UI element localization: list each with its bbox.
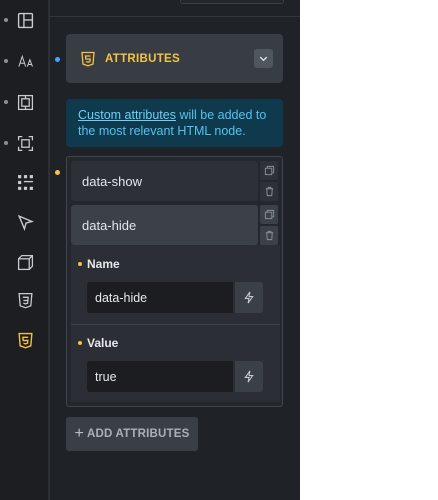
field-divider	[71, 324, 280, 325]
layout-icon[interactable]	[16, 11, 34, 29]
copy-icon	[264, 209, 274, 220]
rail-dot	[4, 59, 8, 63]
add-attributes-label: ADD ATTRIBUTES	[87, 428, 190, 440]
lightning-icon	[244, 291, 254, 304]
section-indicator-dot	[55, 57, 60, 62]
html5-icon[interactable]	[16, 331, 34, 349]
spacing-icon[interactable]	[16, 93, 34, 111]
name-label: Name	[87, 257, 120, 271]
delete-button[interactable]	[260, 182, 278, 201]
row-actions	[260, 205, 278, 245]
attribute-row-selected[interactable]: data-hide	[71, 205, 258, 245]
rail-dot	[4, 141, 8, 145]
icon-rail	[0, 0, 49, 500]
rail-dot	[4, 18, 8, 22]
custom-attributes-link[interactable]: Custom attributes	[78, 108, 176, 122]
copy-icon	[264, 165, 274, 176]
attributes-section-header[interactable]: ATTRIBUTES	[66, 34, 283, 83]
attributes-list: data-show data-hide Name data-hide Value…	[66, 156, 283, 407]
plus-icon: +	[74, 425, 85, 442]
name-input[interactable]: data-hide	[87, 282, 233, 313]
field-indicator-dot	[78, 262, 82, 266]
add-attributes-button[interactable]: + ADD ATTRIBUTES	[66, 417, 198, 451]
top-divider	[49, 16, 300, 17]
collapse-button[interactable]	[254, 49, 273, 68]
css3-icon[interactable]	[16, 291, 34, 309]
cursor-icon[interactable]	[16, 213, 34, 231]
top-tab-stub[interactable]	[180, 0, 284, 4]
field-indicator-dot	[78, 341, 82, 345]
cube-icon[interactable]	[16, 253, 34, 271]
grid-dots-icon[interactable]	[16, 173, 34, 191]
dynamic-data-button[interactable]	[235, 282, 263, 313]
section-title: ATTRIBUTES	[105, 52, 180, 65]
trash-icon	[265, 230, 273, 241]
delete-button[interactable]	[260, 226, 278, 245]
typography-icon[interactable]	[16, 52, 36, 70]
trash-icon	[265, 186, 273, 197]
rail-dot	[4, 100, 8, 104]
html5-icon	[81, 51, 95, 66]
properties-panel: ATTRIBUTES Custom attributes will be add…	[0, 0, 300, 500]
info-callout: Custom attributes will be added to the m…	[66, 99, 283, 147]
attribute-name: data-hide	[82, 217, 137, 233]
sizing-icon[interactable]	[16, 134, 34, 152]
dynamic-data-button[interactable]	[235, 361, 263, 392]
value-input[interactable]: true	[87, 361, 233, 392]
duplicate-button[interactable]	[260, 205, 278, 224]
attributes-indicator-dot	[55, 170, 60, 175]
chevron-down-icon	[259, 56, 268, 62]
value-label: Value	[87, 336, 119, 350]
attribute-name: data-show	[82, 173, 142, 189]
row-actions	[260, 161, 278, 201]
attribute-row[interactable]: data-show	[71, 161, 258, 201]
lightning-icon	[244, 370, 254, 383]
duplicate-button[interactable]	[260, 161, 278, 180]
attribute-editor: Name data-hide Value true	[71, 245, 280, 402]
